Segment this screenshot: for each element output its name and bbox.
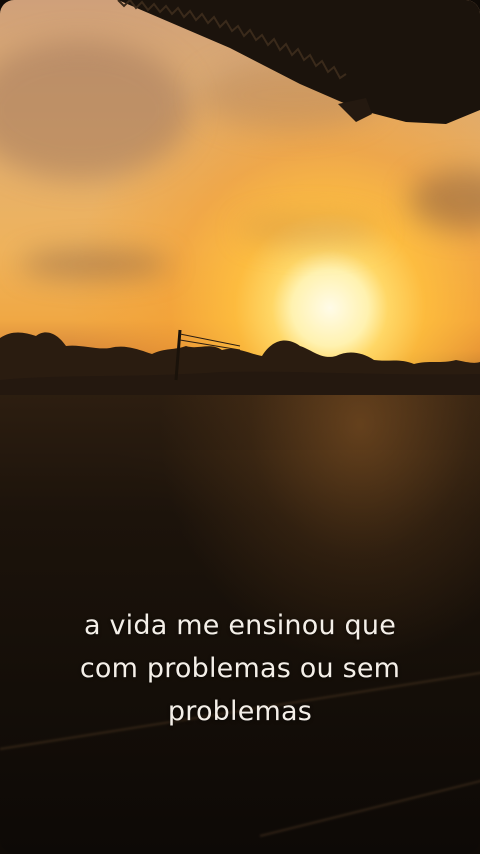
- power-line: [179, 333, 241, 347]
- caption-line-3: problemas: [167, 696, 313, 727]
- cloud: [20, 250, 170, 278]
- story-caption: a vida me ensinou que com problemas ou s…: [0, 604, 480, 733]
- roof-edge: [117, 0, 480, 124]
- caption-line-2: com problemas ou sem: [79, 653, 401, 684]
- roof-sheet: [118, 0, 480, 124]
- caption-line-1: a vida me ensinou que: [83, 610, 397, 641]
- cloud: [240, 215, 380, 245]
- story-frame: a vida me ensinou que com problemas ou s…: [0, 0, 480, 854]
